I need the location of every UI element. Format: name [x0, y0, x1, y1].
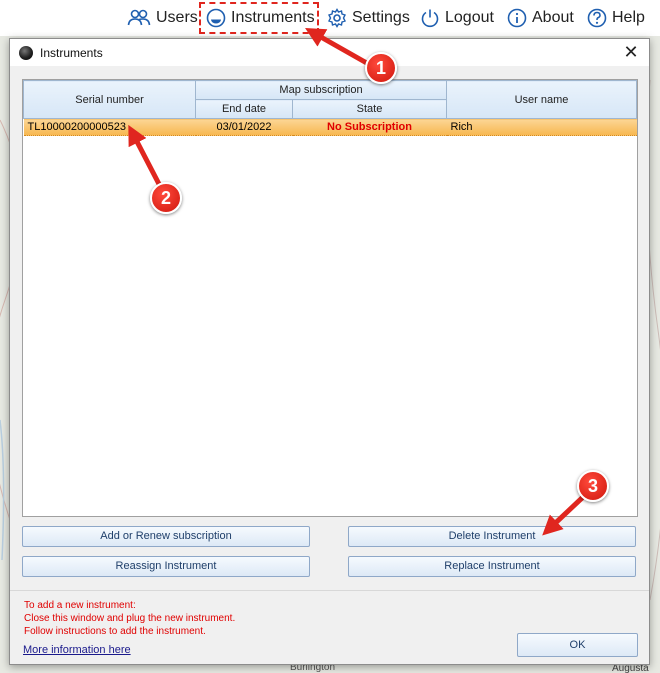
close-button[interactable]: ✕	[619, 41, 643, 63]
cell-state: No Subscription	[292, 118, 447, 136]
nav-settings[interactable]: Settings	[327, 6, 410, 30]
instructions-line-2: Close this window and plug the new instr…	[24, 613, 236, 624]
help-icon	[587, 8, 607, 28]
add-renew-subscription-button[interactable]: Add or Renew subscription	[22, 526, 310, 547]
nav-logout[interactable]: Logout	[420, 6, 494, 30]
cell-end-date: 03/01/2022	[195, 118, 293, 136]
column-header-serial[interactable]: Serial number	[23, 80, 196, 119]
nav-help-label: Help	[612, 9, 645, 26]
column-header-end-date[interactable]: End date	[195, 99, 293, 119]
nav-about[interactable]: About	[507, 6, 574, 30]
nav-about-label: About	[532, 9, 574, 26]
nav-help[interactable]: Help	[587, 6, 645, 30]
table-row[interactable]: TL10000200000523 03/01/2022 No Subscript…	[23, 118, 637, 136]
nav-settings-label: Settings	[352, 9, 410, 26]
cell-serial: TL10000200000523	[23, 118, 196, 136]
ok-button[interactable]: OK	[517, 633, 638, 657]
delete-instrument-button[interactable]: Delete Instrument	[348, 526, 636, 547]
replace-instrument-button[interactable]: Replace Instrument	[348, 556, 636, 577]
column-header-map-subscription: Map subscription	[195, 80, 447, 100]
cell-user-name: Rich	[446, 118, 637, 136]
close-icon: ✕	[623, 42, 639, 62]
annotation-highlight-box	[199, 2, 319, 34]
column-header-user-name[interactable]: User name	[446, 80, 637, 119]
instruments-dialog: Instruments ✕ Serial number Map subscrip…	[9, 38, 650, 665]
reassign-instrument-button[interactable]: Reassign Instrument	[22, 556, 310, 577]
nav-users[interactable]: Users	[127, 6, 198, 30]
nav-logout-label: Logout	[445, 9, 494, 26]
footer-divider	[10, 590, 649, 591]
instruments-table[interactable]: Serial number Map subscription User name…	[22, 79, 638, 517]
dialog-body: Serial number Map subscription User name…	[10, 66, 649, 664]
nav-users-label: Users	[156, 9, 198, 26]
instrument-app-icon	[19, 45, 33, 60]
info-icon	[507, 8, 527, 28]
annotation-badge-1: 1	[365, 52, 397, 84]
power-icon	[421, 9, 439, 28]
instructions-line-1: To add a new instrument:	[24, 600, 136, 611]
gear-icon	[328, 8, 346, 28]
dialog-title: Instruments	[40, 45, 103, 60]
more-information-link[interactable]: More information here	[23, 644, 131, 656]
users-icon	[127, 9, 151, 26]
column-header-state[interactable]: State	[292, 99, 447, 119]
dialog-titlebar[interactable]: Instruments ✕	[10, 39, 649, 66]
annotation-badge-3: 3	[577, 470, 609, 502]
annotation-badge-2: 2	[150, 182, 182, 214]
top-navigation: Users Instruments Settings Logout About	[0, 0, 660, 36]
add-instrument-instructions: To add a new instrument: Close this wind…	[24, 599, 235, 638]
instructions-line-3: Follow instructions to add the instrumen…	[24, 626, 206, 637]
